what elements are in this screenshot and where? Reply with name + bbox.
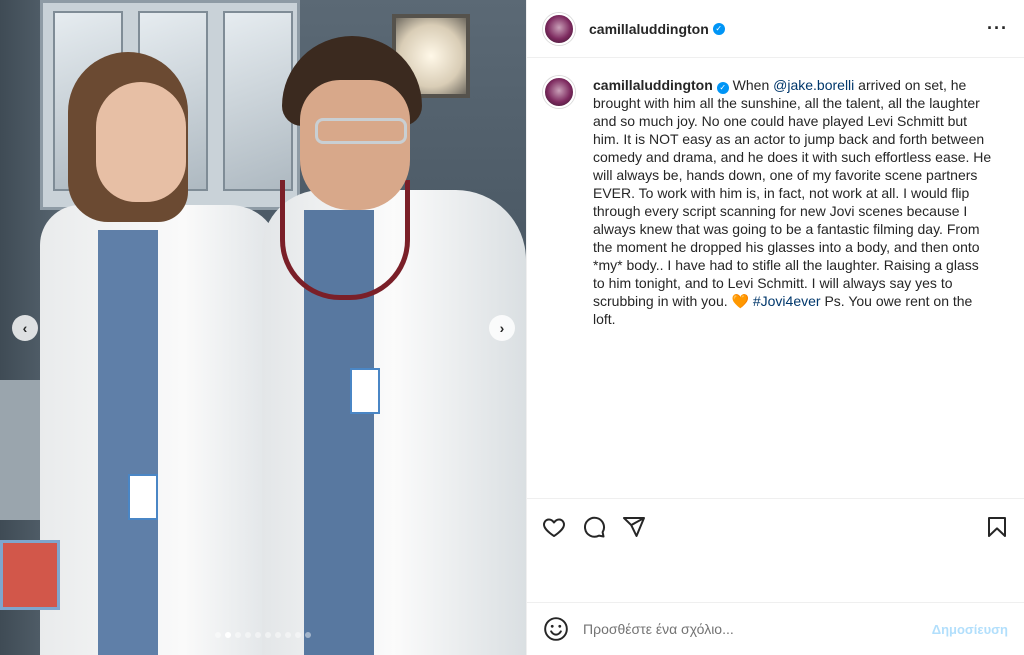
carousel-dot — [235, 632, 241, 638]
carousel-dot — [305, 632, 311, 638]
comment-bar: Δημοσίευση — [527, 602, 1024, 655]
carousel-dot — [275, 632, 281, 638]
hashtag-link[interactable]: #Jovi4ever — [753, 293, 821, 309]
avatar[interactable] — [543, 12, 575, 45]
post-comment-button[interactable]: Δημοσίευση — [932, 622, 1008, 637]
save-button[interactable] — [984, 514, 1010, 540]
action-bar — [527, 498, 1024, 554]
caption-text: camillaluddington ✓ When @jake.borelli ar… — [593, 76, 993, 498]
woman-face — [96, 82, 186, 202]
carousel-prev-button[interactable]: ‹ — [12, 315, 38, 341]
carousel-dot — [245, 632, 251, 638]
carousel-dot — [215, 632, 221, 638]
carousel-dot — [265, 632, 271, 638]
smiley-icon — [544, 617, 568, 641]
comment-button[interactable] — [581, 514, 607, 540]
man-id-badge — [350, 368, 380, 414]
carousel-next-button[interactable]: › — [489, 315, 515, 341]
woman-scrubs — [98, 230, 158, 655]
carousel-dot — [285, 632, 291, 638]
comment-input[interactable] — [583, 621, 883, 637]
bookmark-icon — [988, 516, 1006, 537]
caption-part-2: arrived on set, he brought with him all … — [593, 77, 992, 309]
mention-link[interactable]: @jake.borelli — [773, 77, 854, 93]
more-horizontal-icon[interactable]: ··· — [987, 18, 1008, 39]
carousel-dot — [225, 632, 231, 638]
caption-avatar[interactable] — [543, 76, 575, 108]
post-header: camillaluddington ✓ ··· — [527, 0, 1024, 58]
woman-lab-coat — [40, 205, 280, 655]
medical-tray — [0, 540, 60, 610]
post-side-panel: camillaluddington ✓ ··· camillaluddingto… — [526, 0, 1024, 655]
carousel-dot — [295, 632, 301, 638]
header-username[interactable]: camillaluddington — [589, 21, 709, 37]
verified-badge-icon: ✓ — [712, 22, 725, 35]
paper-plane-icon — [623, 516, 645, 537]
instagram-post: ‹ › camillaluddington ✓ ··· camillaluddi… — [0, 0, 1024, 655]
like-button[interactable] — [541, 514, 567, 540]
heart-icon — [543, 518, 565, 537]
caption-area: camillaluddington ✓ When @jake.borelli ar… — [527, 58, 1024, 498]
chevron-right-icon: › — [499, 320, 505, 336]
chevron-left-icon: ‹ — [22, 320, 28, 336]
heart-emoji: 🧡 — [731, 293, 749, 309]
share-button[interactable] — [621, 514, 647, 540]
caption-username[interactable]: camillaluddington — [593, 77, 713, 93]
likes-area — [527, 554, 1024, 602]
man-face — [300, 80, 410, 210]
woman-id-badge — [128, 474, 158, 520]
caption-part-1: When — [728, 77, 774, 93]
post-media[interactable]: ‹ › — [0, 0, 526, 655]
carousel-dots — [0, 632, 526, 638]
verified-badge-icon: ✓ — [716, 82, 729, 94]
emoji-button[interactable] — [543, 616, 569, 642]
carousel-dot — [255, 632, 261, 638]
man-glasses — [315, 118, 407, 144]
comment-icon — [584, 516, 605, 538]
